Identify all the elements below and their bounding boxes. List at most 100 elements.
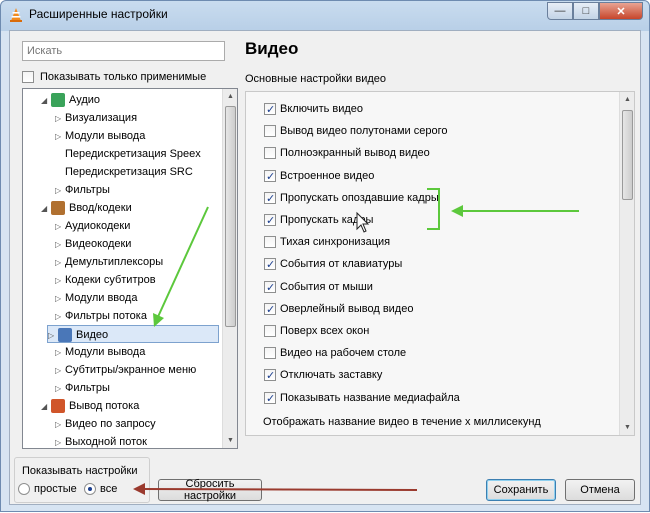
tree-item[interactable]: Передискретизация SRC: [55, 163, 193, 181]
tree-item[interactable]: Передискретизация Speex: [55, 145, 201, 163]
option-checkbox[interactable]: Поверх всех окон: [264, 322, 369, 340]
tree-item[interactable]: ▷ Выходной поток: [55, 433, 147, 448]
preferences-window: Расширенные настройки — □ ✕ Показывать т…: [0, 0, 650, 512]
checked-box-icon[interactable]: [264, 101, 276, 119]
unchecked-box-icon[interactable]: [264, 147, 276, 160]
settings-tree[interactable]: ◢ Аудио ▷ Визуализация ▷ Модули вывода Передис…: [22, 88, 238, 449]
section-title: Видео: [245, 39, 299, 58]
expand-arrow-icon[interactable]: ▷: [55, 254, 65, 272]
checked-box-icon[interactable]: [264, 190, 276, 208]
tree-item[interactable]: ▷ Аудиокодеки: [55, 217, 130, 235]
settings-scroll-thumb[interactable]: [622, 110, 633, 200]
scroll-up-icon[interactable]: ▲: [223, 89, 237, 104]
tree-item[interactable]: ▷ Видео по запросу: [55, 415, 156, 433]
tree-item[interactable]: ▷ Фильтры: [55, 181, 110, 199]
only-applied-checkbox[interactable]: Показывать только применимые: [22, 71, 206, 84]
search-input[interactable]: [22, 41, 225, 61]
minimize-icon: —: [554, 5, 566, 17]
minimize-button[interactable]: —: [547, 2, 573, 20]
checked-box-icon[interactable]: [264, 168, 276, 186]
option-label: Тихая синхронизация: [280, 236, 391, 249]
checked-box-icon[interactable]: [264, 301, 276, 319]
simple-radio-button[interactable]: [18, 483, 30, 496]
maximize-button[interactable]: □: [573, 2, 599, 20]
tree-scrollbar[interactable]: ▲ ▼: [222, 89, 237, 448]
tree-item[interactable]: ▷ Модули ввода: [55, 289, 137, 307]
expand-arrow-icon[interactable]: ▷: [55, 182, 65, 200]
option-checkbox[interactable]: Встроенное видео: [264, 167, 374, 186]
option-checkbox[interactable]: Включить видео: [264, 100, 363, 119]
reset-settings-button[interactable]: Сбросить настройки: [158, 478, 262, 502]
tree-item-label: Фильтры: [65, 382, 110, 394]
only-applied-check-box[interactable]: [22, 71, 34, 84]
option-checkbox[interactable]: События от клавиатуры: [264, 255, 402, 274]
tree-item-label: Видеокодеки: [65, 238, 132, 250]
expand-arrow-icon[interactable]: ▷: [55, 110, 65, 128]
option-label: Показывать название медиафайла: [280, 391, 460, 404]
option-checkbox[interactable]: Тихая синхронизация: [264, 233, 390, 251]
checked-box-icon[interactable]: [264, 256, 276, 274]
scroll-down-icon[interactable]: ▼: [620, 420, 634, 435]
option-checkbox[interactable]: Пропускать кадры: [264, 211, 373, 230]
scroll-down-icon[interactable]: ▼: [223, 433, 237, 448]
option-checkbox[interactable]: Полноэкранный вывод видео: [264, 144, 430, 162]
tree-item[interactable]: ◢ Аудио: [41, 91, 100, 109]
tree-item-label: Кодеки субтитров: [65, 274, 156, 286]
codec-disc-icon: [51, 201, 65, 216]
expand-arrow-icon[interactable]: ▷: [55, 362, 65, 380]
tree-item[interactable]: ▷ Визуализация: [55, 109, 137, 127]
expand-arrow-icon[interactable]: ▷: [55, 272, 65, 290]
all-radio[interactable]: все: [84, 483, 117, 496]
expand-arrow-icon[interactable]: ▷: [55, 416, 65, 434]
collapse-arrow-icon[interactable]: ◢: [41, 398, 51, 416]
simple-radio[interactable]: простые: [18, 483, 77, 496]
unchecked-box-icon[interactable]: [264, 236, 276, 249]
tree-scroll-thumb[interactable]: [225, 106, 236, 327]
expand-arrow-icon[interactable]: ▷: [55, 128, 65, 146]
all-radio-button[interactable]: [84, 483, 96, 496]
option-checkbox[interactable]: Вывод видео полутонами серого: [264, 122, 448, 140]
option-checkbox[interactable]: События от мыши: [264, 278, 373, 297]
checked-box-icon[interactable]: [264, 279, 276, 297]
unchecked-box-icon[interactable]: [264, 125, 276, 138]
tree-item[interactable]: ▷ Кодеки субтитров: [55, 271, 156, 289]
tree-item[interactable]: ▷ Фильтры потока: [55, 307, 147, 325]
option-label: Видео на рабочем столе: [280, 347, 407, 360]
option-checkbox[interactable]: Отключать заставку: [264, 366, 382, 385]
tree-item-label: Субтитры/экранное меню: [65, 364, 197, 376]
tree-item[interactable]: ◢ Ввод/кодеки: [41, 199, 132, 217]
cancel-button[interactable]: Отмена: [565, 479, 635, 501]
tree-item[interactable]: ▷ Видеокодеки: [55, 235, 131, 253]
tree-item[interactable]: ▷ Субтитры/экранное меню: [55, 361, 196, 379]
tree-item[interactable]: ◢ Вывод потока: [41, 397, 139, 415]
option-checkbox[interactable]: Оверлейный вывод видео: [264, 300, 413, 319]
tree-item[interactable]: ▷ Модули вывода: [55, 127, 145, 145]
expand-arrow-icon[interactable]: ▷: [55, 434, 65, 448]
checked-box-icon[interactable]: [264, 390, 276, 408]
tree-item[interactable]: ▷ Модули вывода: [55, 343, 145, 361]
scroll-up-icon[interactable]: ▲: [620, 92, 634, 107]
settings-scrollbar[interactable]: ▲ ▼: [619, 92, 634, 435]
unchecked-box-icon[interactable]: [264, 347, 276, 360]
expand-arrow-icon[interactable]: ▷: [55, 236, 65, 254]
close-button[interactable]: ✕: [599, 2, 643, 20]
expand-arrow-icon[interactable]: ▷: [55, 308, 65, 326]
option-checkbox[interactable]: Видео на рабочем столе: [264, 344, 406, 362]
collapse-arrow-icon[interactable]: ◢: [41, 200, 51, 218]
checked-box-icon[interactable]: [264, 367, 276, 385]
expand-arrow-icon[interactable]: ▷: [55, 218, 65, 236]
tree-item[interactable]: ▷ Видео: [47, 325, 219, 343]
music-note-icon: [51, 93, 65, 108]
option-checkbox[interactable]: Пропускать опоздавшие кадры: [264, 189, 439, 208]
title-bar[interactable]: Расширенные настройки — □ ✕: [1, 1, 649, 29]
expand-arrow-icon[interactable]: ▷: [55, 344, 65, 362]
collapse-arrow-icon[interactable]: ◢: [41, 92, 51, 110]
tree-item[interactable]: ▷ Демультиплексоры: [55, 253, 163, 271]
expand-arrow-icon[interactable]: ▷: [55, 290, 65, 308]
option-checkbox[interactable]: Показывать название медиафайла: [264, 389, 460, 408]
expand-arrow-icon[interactable]: ▷: [55, 380, 65, 398]
checked-box-icon[interactable]: [264, 212, 276, 230]
unchecked-box-icon[interactable]: [264, 325, 276, 338]
save-button[interactable]: Сохранить: [486, 479, 556, 501]
tree-item[interactable]: ▷ Фильтры: [55, 379, 110, 397]
